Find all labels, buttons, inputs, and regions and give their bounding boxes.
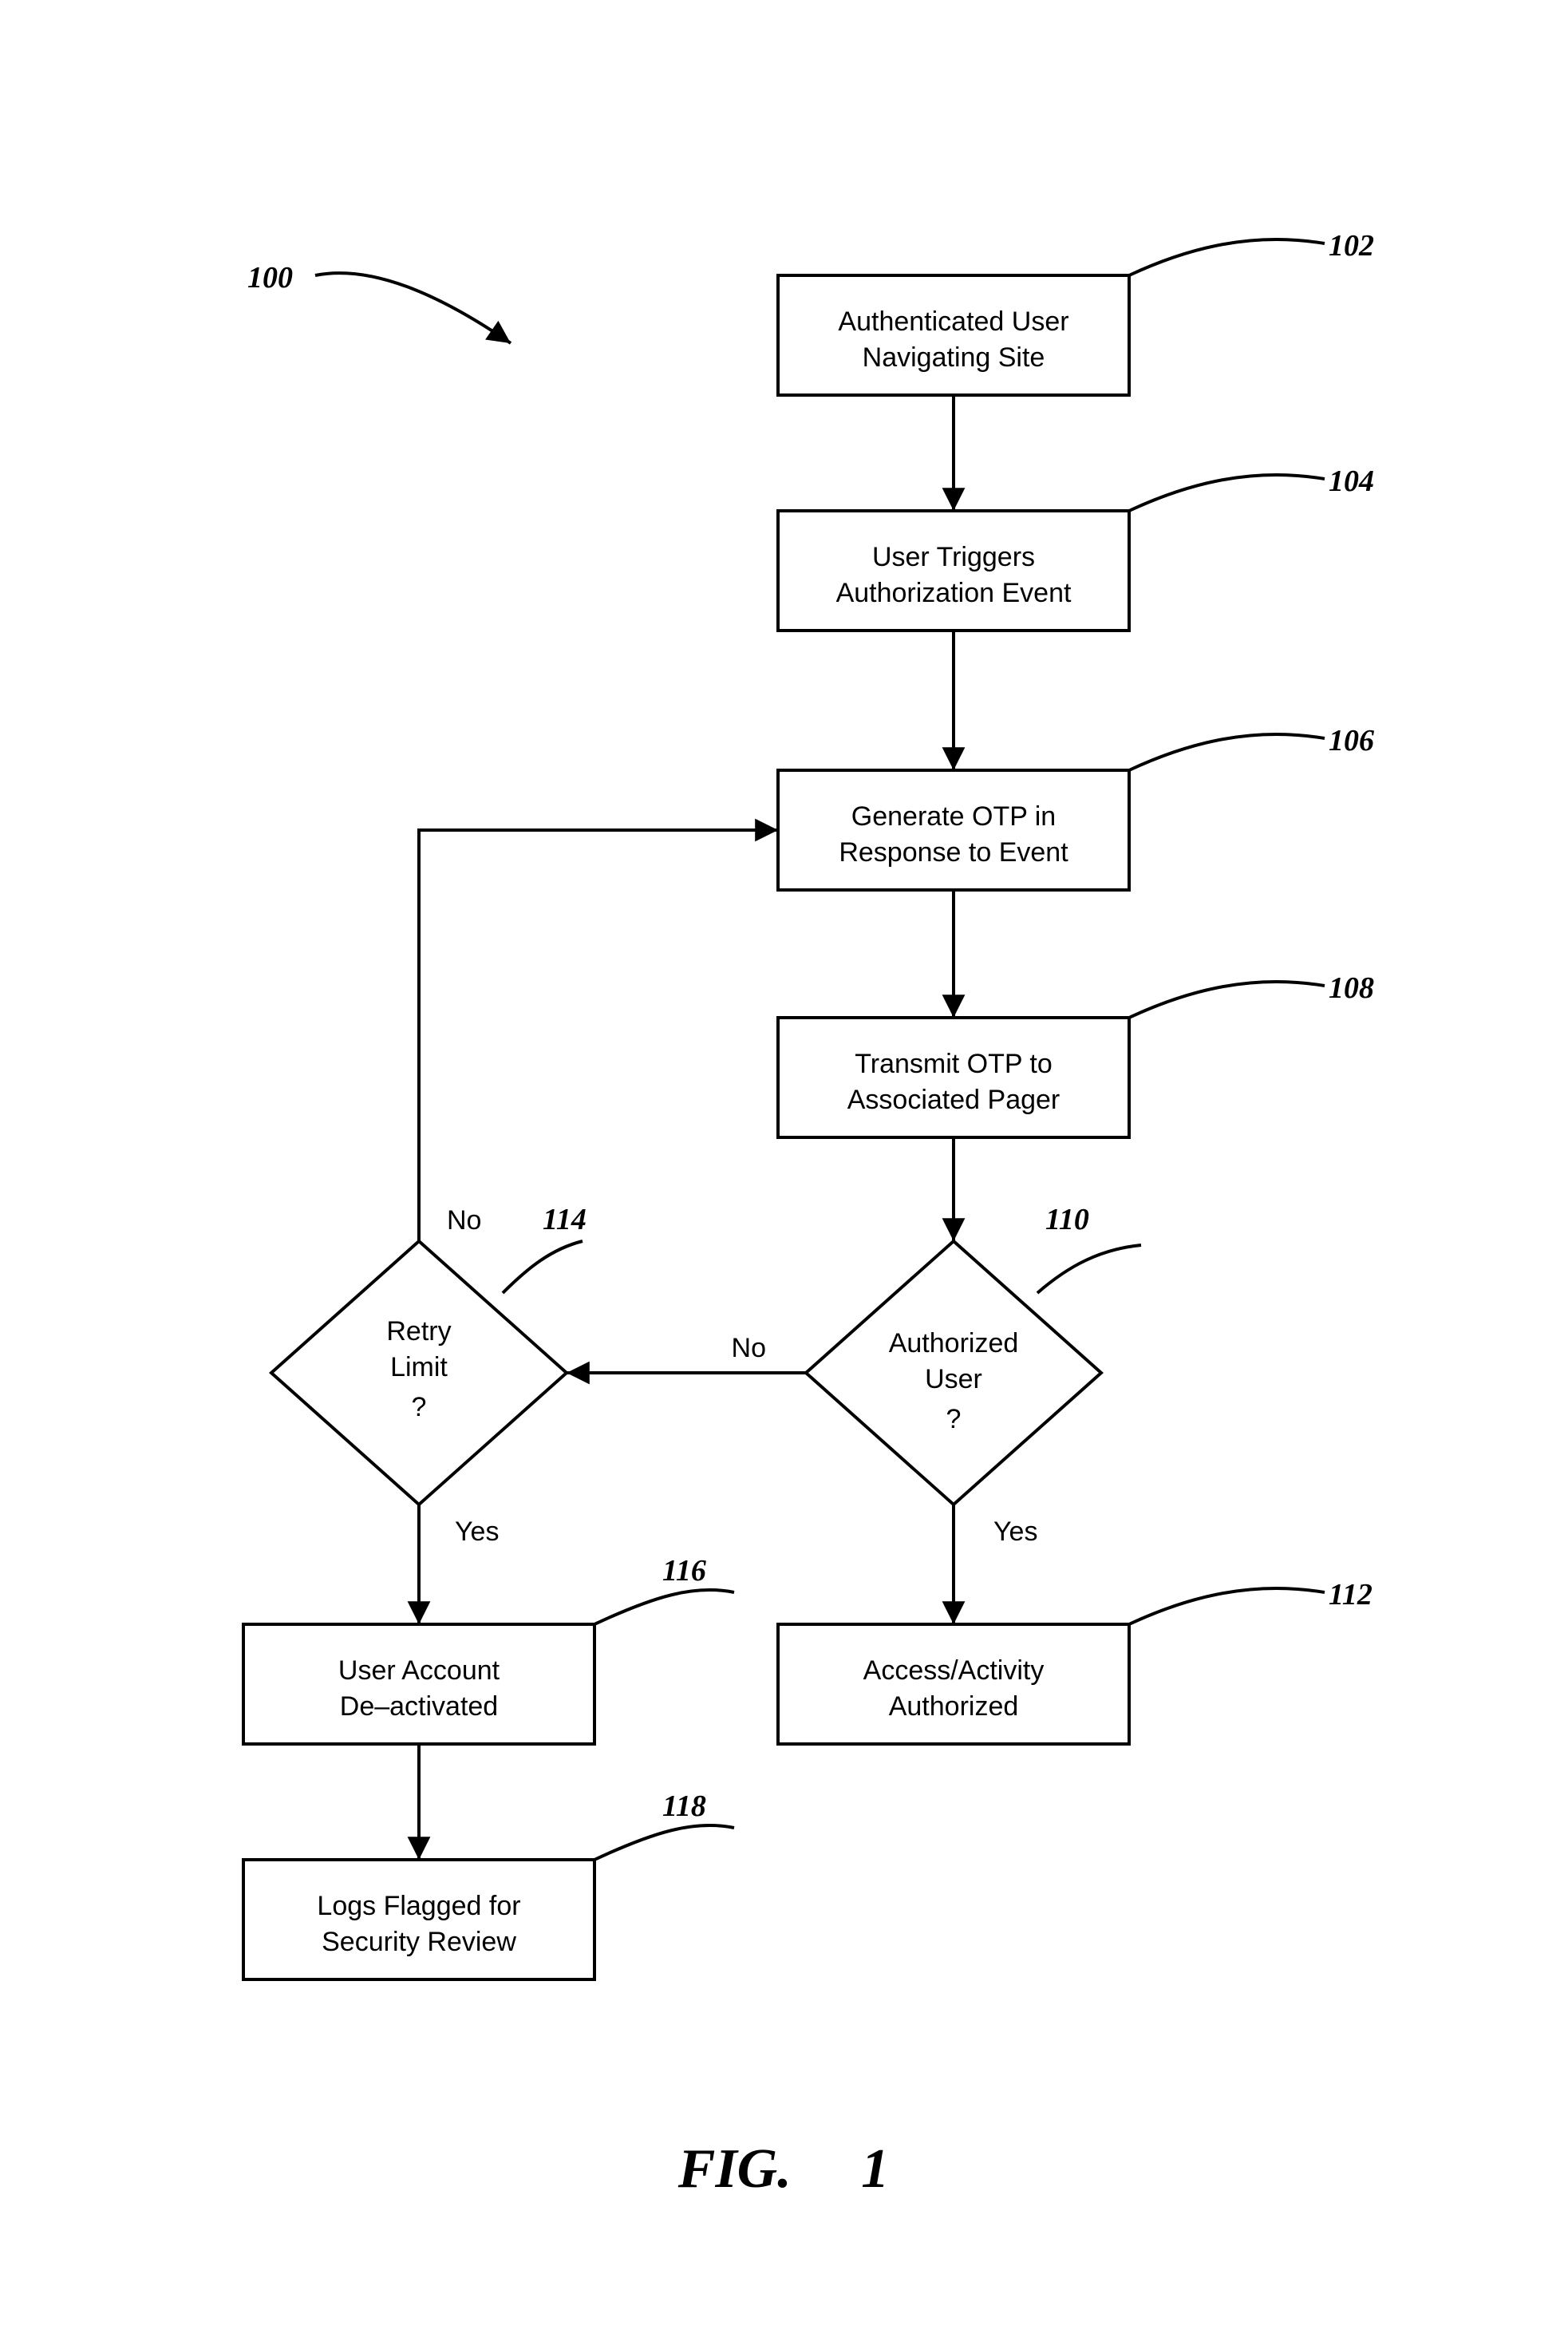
ref-label-106: 106 bbox=[1329, 724, 1374, 757]
node-114-line1: Retry bbox=[386, 1316, 451, 1346]
node-108-line1: Transmit OTP to bbox=[855, 1049, 1053, 1079]
node-110-line1: Authorized bbox=[889, 1328, 1019, 1358]
ref-leader-102 bbox=[1129, 239, 1325, 275]
ref-leader-112 bbox=[1129, 1588, 1325, 1624]
node-account-deactivated: User Account De–activated bbox=[243, 1624, 594, 1744]
flowchart-svg: 100 Authenticated User Navigating Site 1… bbox=[0, 0, 1568, 2345]
node-authorized-user-decision: Authorized User ? bbox=[806, 1241, 1101, 1505]
ref-leader-106 bbox=[1129, 734, 1325, 770]
ref-pointer-100 bbox=[315, 273, 511, 343]
ref-label-110: 110 bbox=[1045, 1203, 1089, 1236]
node-102-line1: Authenticated User bbox=[838, 306, 1068, 337]
node-114-line3: ? bbox=[412, 1392, 427, 1422]
node-generate-otp: Generate OTP in Response to Event bbox=[778, 770, 1129, 890]
edge-label-110-yes: Yes bbox=[993, 1517, 1037, 1547]
node-112-line1: Access/Activity bbox=[863, 1655, 1045, 1686]
node-retry-limit-decision: Retry Limit ? bbox=[271, 1241, 567, 1505]
node-logs-flagged: Logs Flagged for Security Review bbox=[243, 1860, 594, 1979]
node-user-triggers: User Triggers Authorization Event bbox=[778, 511, 1129, 631]
ref-label-104: 104 bbox=[1329, 465, 1374, 498]
node-102-line2: Navigating Site bbox=[863, 342, 1045, 373]
ref-label-108: 108 bbox=[1329, 971, 1374, 1005]
ref-label-116: 116 bbox=[662, 1554, 706, 1588]
edge-label-110-no: No bbox=[732, 1333, 766, 1363]
node-106-line2: Response to Event bbox=[839, 837, 1068, 868]
edge-label-114-yes: Yes bbox=[455, 1517, 499, 1547]
node-116-line2: De–activated bbox=[340, 1691, 498, 1722]
node-104-line2: Authorization Event bbox=[836, 578, 1072, 608]
node-106-line1: Generate OTP in bbox=[851, 801, 1056, 832]
ref-label-102: 102 bbox=[1329, 229, 1374, 263]
node-114-line2: Limit bbox=[390, 1352, 448, 1382]
ref-leader-118 bbox=[594, 1825, 734, 1860]
node-110-line2: User bbox=[925, 1364, 982, 1394]
node-transmit-otp: Transmit OTP to Associated Pager bbox=[778, 1018, 1129, 1137]
node-authenticated-user: Authenticated User Navigating Site bbox=[778, 275, 1129, 395]
node-118-line1: Logs Flagged for bbox=[317, 1891, 520, 1921]
node-118-line2: Security Review bbox=[322, 1927, 516, 1957]
ref-label-112: 112 bbox=[1329, 1578, 1372, 1611]
node-116-line1: User Account bbox=[338, 1655, 500, 1686]
node-108-line2: Associated Pager bbox=[847, 1085, 1060, 1115]
ref-leader-114 bbox=[503, 1241, 583, 1293]
ref-leader-104 bbox=[1129, 475, 1325, 511]
node-104-line1: User Triggers bbox=[872, 542, 1035, 572]
figure-caption: FIG. 1 bbox=[677, 2138, 889, 2200]
ref-label-114: 114 bbox=[543, 1203, 587, 1236]
node-112-line2: Authorized bbox=[889, 1691, 1019, 1722]
node-110-line3: ? bbox=[946, 1404, 962, 1434]
ref-leader-108 bbox=[1129, 982, 1325, 1018]
edge-label-114-no: No bbox=[447, 1205, 481, 1236]
ref-leader-116 bbox=[594, 1590, 734, 1624]
ref-leader-110 bbox=[1037, 1245, 1141, 1293]
edge-114-no-106 bbox=[419, 830, 778, 1241]
ref-label-118: 118 bbox=[662, 1789, 706, 1823]
ref-label-100: 100 bbox=[247, 261, 293, 295]
node-access-authorized: Access/Activity Authorized bbox=[778, 1624, 1129, 1744]
